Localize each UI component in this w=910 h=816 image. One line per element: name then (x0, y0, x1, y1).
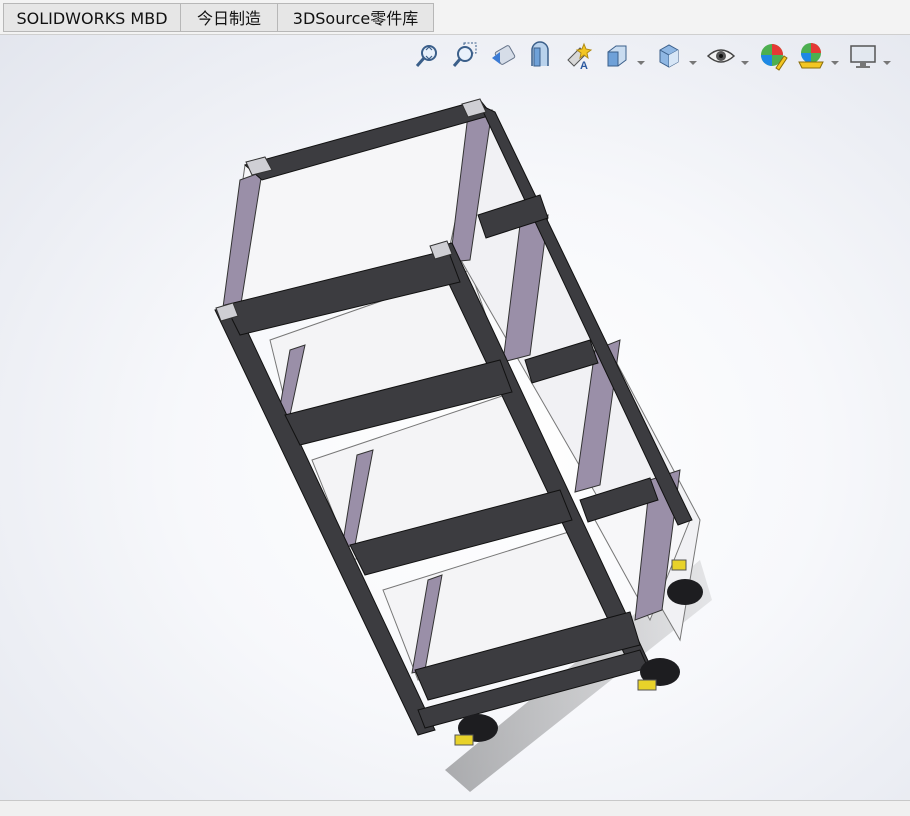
previous-view-icon (492, 45, 516, 65)
dynamic-annotation-views-icon: A (567, 42, 593, 72)
view-settings-dropdown[interactable] (882, 52, 892, 65)
tab-bar: SOLIDWORKS MBD 今日制造 3DSource零件库 (0, 0, 910, 35)
tab-3dsource-parts-library[interactable]: 3DSource零件库 (277, 3, 434, 32)
section-view-icon (531, 41, 549, 67)
view-orientation-dropdown[interactable] (636, 52, 646, 65)
eye-icon (706, 49, 736, 63)
display-style-dropdown[interactable] (688, 52, 698, 65)
apply-scene-button[interactable] (796, 40, 826, 72)
tab-today-manufacturing[interactable]: 今日制造 (180, 3, 278, 32)
display-style-button[interactable] (654, 40, 684, 72)
hide-show-items-dropdown[interactable] (740, 52, 750, 65)
apply-scene-icon (798, 43, 824, 69)
view-orientation-icon (607, 45, 627, 67)
view-orientation-button[interactable] (602, 40, 632, 72)
previous-view-button[interactable] (488, 40, 518, 72)
chevron-down-icon (883, 61, 891, 65)
chevron-down-icon (741, 61, 749, 65)
zoom-to-fit-icon (415, 45, 437, 67)
zoom-to-area-button[interactable] (450, 40, 480, 72)
zoom-to-fit-button[interactable] (412, 40, 442, 72)
display-style-icon (659, 44, 679, 68)
dynamic-annotation-views-button[interactable]: A (564, 40, 594, 72)
chevron-down-icon (637, 61, 645, 65)
svg-text:A: A (580, 60, 588, 72)
view-settings-button[interactable] (848, 40, 878, 72)
status-bar (0, 800, 910, 816)
tab-solidworks-mbd[interactable]: SOLIDWORKS MBD (3, 3, 181, 32)
hide-show-items-button[interactable] (706, 40, 736, 72)
edit-appearance-icon (761, 44, 788, 71)
edit-appearance-button[interactable] (758, 40, 788, 72)
chevron-down-icon (689, 61, 697, 65)
section-view-button[interactable] (526, 40, 556, 72)
cart-frame-model[interactable] (0, 35, 910, 800)
apply-scene-dropdown[interactable] (830, 52, 840, 65)
chevron-down-icon (831, 61, 839, 65)
monitor-icon (850, 45, 876, 68)
zoom-to-area-icon (452, 42, 477, 67)
